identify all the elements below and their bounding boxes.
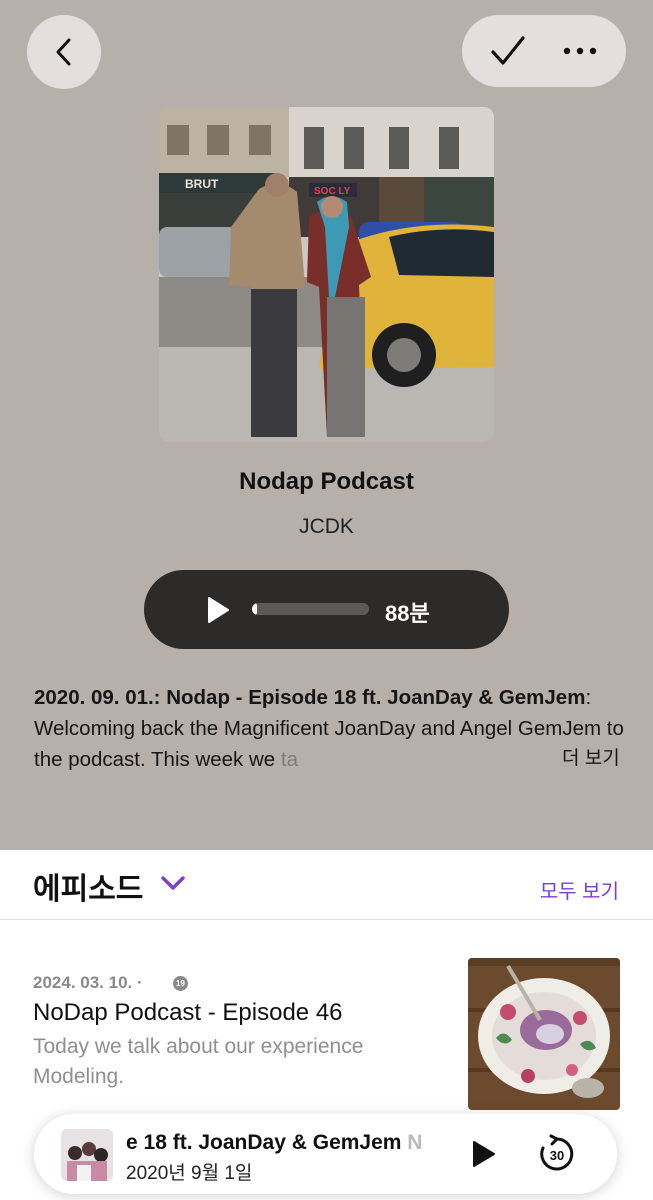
summary-heading: 2020. 09. 01.: Nodap - Episode 18 ft. Jo…	[34, 686, 586, 709]
episode-artwork	[468, 958, 620, 1110]
progress-bar	[252, 603, 369, 615]
mini-play-icon[interactable]	[471, 1140, 497, 1168]
mini-player-title: e 18 ft. JoanDay & GemJem N	[126, 1131, 423, 1154]
summary-faded-text: ta	[280, 748, 299, 771]
skip-label: 30	[550, 1148, 564, 1163]
mini-player-date: 2020년 9월 1일	[126, 1163, 253, 1184]
cover-sign-socly: SOC LY	[314, 186, 351, 197]
play-latest-button[interactable]: 88분	[144, 570, 509, 649]
skip-forward-30-icon[interactable]: 30	[537, 1134, 577, 1174]
podcast-cover-art: BRUT SOC LY	[159, 107, 494, 442]
episode-duration: 88분	[385, 601, 430, 626]
progress-fill	[252, 603, 257, 615]
episodes-title[interactable]: 에피소드	[33, 864, 143, 908]
see-more-link[interactable]: 더 보기	[560, 743, 620, 770]
episode-description: Today we talk about our experience Model…	[33, 1035, 364, 1088]
chevron-left-icon	[56, 38, 71, 66]
checkmark-icon	[491, 36, 525, 65]
episode-summary[interactable]: 2020. 09. 01.: Nodap - Episode 18 ft. Jo…	[34, 682, 624, 775]
mini-player-title-overflow: N	[407, 1131, 423, 1154]
header-actions	[462, 15, 626, 87]
play-icon	[208, 597, 229, 623]
more-options-button[interactable]	[550, 21, 610, 81]
podcast-title: Nodap Podcast	[239, 468, 414, 495]
mini-player[interactable]: e 18 ft. JoanDay & GemJem N 2020년 9월 1일 …	[34, 1114, 617, 1194]
podcast-hero: BRUT SOC LY Nodap Podcast JCDK 88분 2020.…	[0, 0, 653, 850]
back-button[interactable]	[27, 15, 101, 89]
follow-button[interactable]	[478, 21, 538, 81]
podcast-author[interactable]: JCDK	[0, 515, 653, 539]
cover-sign-brut: BRUT	[185, 177, 219, 191]
episode-date: 2024. 03. 10. ·	[33, 973, 143, 992]
episode-title[interactable]: NoDap Podcast - Episode 46	[33, 999, 343, 1027]
age-rating-badge: 19	[173, 976, 188, 991]
see-all-link[interactable]: 모두 보기	[540, 875, 619, 904]
ellipsis-icon	[563, 47, 597, 55]
episodes-header: 에피소드 모두 보기	[0, 850, 653, 920]
mini-player-artwork	[61, 1129, 113, 1181]
chevron-down-icon[interactable]	[160, 874, 186, 892]
